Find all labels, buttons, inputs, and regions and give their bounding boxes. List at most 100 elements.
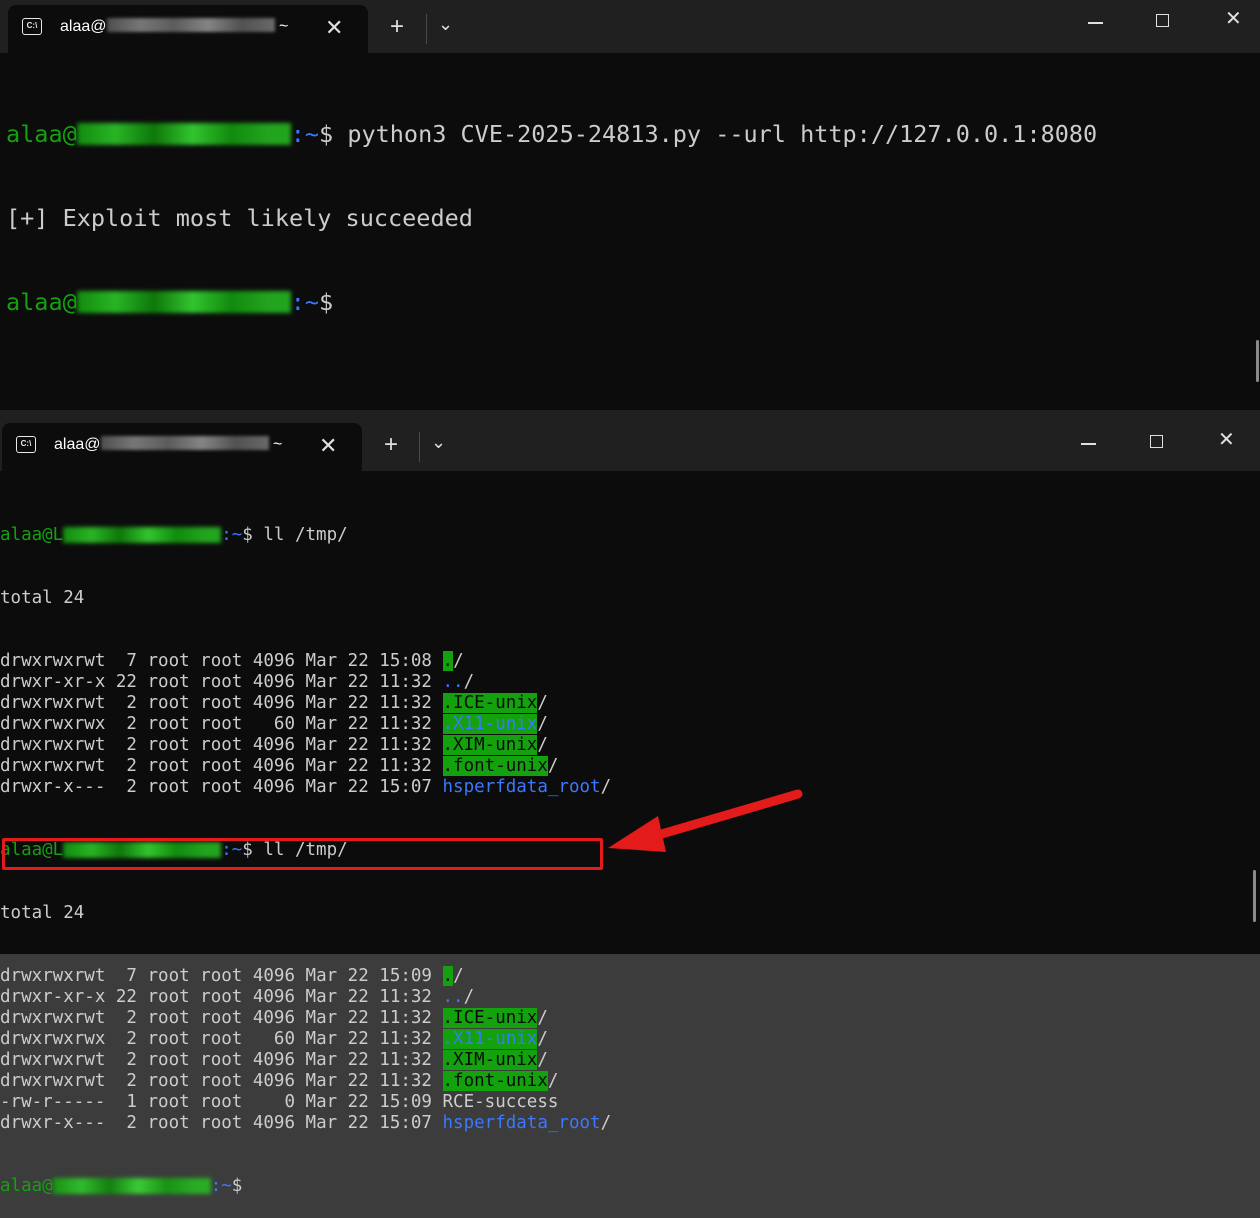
file-row: drwxr-x--- 2 root root 4096 Mar 22 15:07… xyxy=(0,1113,611,1134)
file-row: drwxrwxrwt 7 root root 4096 Mar 22 15:09… xyxy=(0,966,611,987)
file-suffix: / xyxy=(463,672,475,692)
file-row: drwxrwxrwt 2 root root 4096 Mar 22 11:32… xyxy=(0,693,611,714)
file-row: -rw-r----- 1 root root 0 Mar 22 15:09 RC… xyxy=(0,1092,611,1113)
annotation-arrow-icon xyxy=(608,789,803,852)
file-name: .ICE-unix xyxy=(442,1008,538,1028)
file-meta: drwxrwxrwt 2 root root 4096 Mar 22 11:32 xyxy=(0,1071,443,1091)
file-name: .X11-unix xyxy=(442,714,538,734)
file-suffix: / xyxy=(537,1050,548,1070)
terminal-line: [+] Exploit most likely succeeded xyxy=(6,204,1097,232)
file-name: RCE-success xyxy=(442,1092,559,1112)
file-suffix: / xyxy=(463,987,475,1007)
tab-separator xyxy=(419,432,420,462)
close-tab-icon[interactable]: ✕ xyxy=(319,433,337,459)
file-suffix: / xyxy=(537,693,548,713)
redacted-hostname xyxy=(100,436,269,450)
exploit-output: [+] Exploit most likely succeeded xyxy=(6,204,473,232)
scrollbar[interactable] xyxy=(1253,870,1256,922)
redacted-hostname xyxy=(76,123,291,145)
minimize-icon[interactable] xyxy=(1088,6,1103,30)
tab-title: alaa@ ~ xyxy=(54,436,283,453)
file-row: drwxr-xr-x 22 root root 4096 Mar 22 11:3… xyxy=(0,672,611,693)
file-name: .X11-unix xyxy=(442,1029,538,1049)
file-name: . xyxy=(442,651,454,671)
terminal-line: total 24 xyxy=(0,588,85,608)
file-meta: drwxr-xr-x 22 root root 4096 Mar 22 11:3… xyxy=(0,672,443,692)
terminal-icon: C:\ xyxy=(22,18,42,35)
redacted-hostname xyxy=(52,1178,211,1194)
file-row: drwxrwxrwt 2 root root 4096 Mar 22 11:32… xyxy=(0,1071,611,1092)
file-meta: drwxrwxrwt 2 root root 4096 Mar 22 11:32 xyxy=(0,1008,443,1028)
new-tab-button[interactable]: + xyxy=(384,431,398,459)
annotation-highlight-box xyxy=(2,838,603,870)
file-row: drwxrwxrwt 2 root root 4096 Mar 22 11:32… xyxy=(0,756,611,777)
file-row: drwxr-x--- 2 root root 4096 Mar 22 15:07… xyxy=(0,777,611,798)
file-name: .font-unix xyxy=(442,756,548,776)
file-meta: drwxrwxrwt 7 root root 4096 Mar 22 15:08 xyxy=(0,651,443,671)
directory-listing: drwxrwxrwt 7 root root 4096 Mar 22 15:08… xyxy=(0,651,611,798)
file-row: drwxr-xr-x 22 root root 4096 Mar 22 11:3… xyxy=(0,987,611,1008)
file-row: drwxrwxrwx 2 root root 60 Mar 22 11:32 .… xyxy=(0,714,611,735)
window-close-icon[interactable]: ✕ xyxy=(1218,427,1235,452)
terminal-line: alaa@:~$ xyxy=(0,1176,243,1196)
file-meta: drwxrwxrwt 2 root root 4096 Mar 22 11:32 xyxy=(0,1050,443,1070)
terminal-tab[interactable]: C:\ alaa@ ~ ✕ xyxy=(2,423,362,471)
file-name: hsperfdata_root xyxy=(442,777,601,797)
file-row: drwxrwxrwx 2 root root 60 Mar 22 11:32 .… xyxy=(0,1029,611,1050)
maximize-icon[interactable] xyxy=(1150,427,1163,454)
file-name: .ICE-unix xyxy=(442,693,538,713)
file-meta: drwxr-x--- 2 root root 4096 Mar 22 15:07 xyxy=(0,777,443,797)
chevron-down-icon[interactable]: ⌄ xyxy=(438,14,453,35)
file-row: drwxrwxrwt 2 root root 4096 Mar 22 11:32… xyxy=(0,735,611,756)
title-bar: C:\ alaa@ ~ ✕ + ⌄ ✕ xyxy=(0,0,1260,53)
terminal-line: alaa@:~$ xyxy=(6,288,334,316)
file-suffix: / xyxy=(600,1113,612,1133)
file-row: drwxrwxrwt 7 root root 4096 Mar 22 15:08… xyxy=(0,651,611,672)
file-name: .font-unix xyxy=(442,1071,548,1091)
file-meta: drwxrwxrwx 2 root root 60 Mar 22 11:32 xyxy=(0,1029,443,1049)
file-name: .XIM-unix xyxy=(442,1050,538,1070)
close-tab-icon[interactable]: ✕ xyxy=(325,15,343,41)
file-meta: drwxrwxrwt 2 root root 4096 Mar 22 11:32 xyxy=(0,693,443,713)
directory-listing: drwxrwxrwt 7 root root 4096 Mar 22 15:09… xyxy=(0,966,611,1134)
command-text: ll /tmp/ xyxy=(263,525,348,545)
file-meta: drwxr-x--- 2 root root 4096 Mar 22 15:07 xyxy=(0,1113,443,1133)
file-row: drwxrwxrwt 2 root root 4096 Mar 22 11:32… xyxy=(0,1050,611,1071)
file-name: hsperfdata_root xyxy=(442,1113,601,1133)
tab-separator xyxy=(426,14,427,44)
terminal-output-top: alaa@:~$ python3 CVE-2025-24813.py --url… xyxy=(6,64,1097,344)
scrollbar[interactable] xyxy=(1256,340,1259,382)
chevron-down-icon[interactable]: ⌄ xyxy=(431,432,446,453)
file-meta: -rw-r----- 1 root root 0 Mar 22 15:09 xyxy=(0,1092,443,1112)
window-close-icon[interactable]: ✕ xyxy=(1225,6,1242,31)
maximize-icon[interactable] xyxy=(1156,6,1169,33)
file-suffix: / xyxy=(453,651,464,671)
file-name: .XIM-unix xyxy=(442,735,538,755)
command-text: python3 CVE-2025-24813.py --url http://1… xyxy=(347,120,1098,148)
file-suffix: / xyxy=(547,756,559,776)
redacted-hostname xyxy=(63,527,222,543)
terminal-icon: C:\ xyxy=(16,436,36,453)
file-name: .. xyxy=(442,672,464,692)
file-suffix: / xyxy=(537,1029,548,1049)
file-row: drwxrwxrwt 2 root root 4096 Mar 22 11:32… xyxy=(0,1008,611,1029)
title-bar: C:\ alaa@ ~ ✕ + ⌄ ✕ xyxy=(0,410,1260,471)
file-name: . xyxy=(442,966,454,986)
file-suffix: / xyxy=(453,966,464,986)
file-meta: drwxrwxrwt 2 root root 4096 Mar 22 11:32 xyxy=(0,735,443,755)
new-tab-button[interactable]: + xyxy=(390,13,404,41)
terminal-tab[interactable]: C:\ alaa@ ~ ✕ xyxy=(8,5,368,53)
file-suffix: / xyxy=(537,714,548,734)
file-meta: drwxrwxrwx 2 root root 60 Mar 22 11:32 xyxy=(0,714,443,734)
tab-title: alaa@ ~ xyxy=(60,18,289,35)
file-meta: drwxrwxrwt 2 root root 4096 Mar 22 11:32 xyxy=(0,756,443,776)
file-meta: drwxr-xr-x 22 root root 4096 Mar 22 11:3… xyxy=(0,987,443,1007)
terminal-line: total 24 xyxy=(0,903,85,923)
file-suffix: / xyxy=(537,735,548,755)
file-suffix: / xyxy=(537,1008,548,1028)
terminal-line: alaa@L:~$ ll /tmp/ xyxy=(0,525,348,545)
file-name: .. xyxy=(442,987,464,1007)
redacted-hostname xyxy=(76,291,291,313)
minimize-icon[interactable] xyxy=(1081,427,1096,451)
terminal-line: alaa@:~$ python3 CVE-2025-24813.py --url… xyxy=(6,120,1098,148)
